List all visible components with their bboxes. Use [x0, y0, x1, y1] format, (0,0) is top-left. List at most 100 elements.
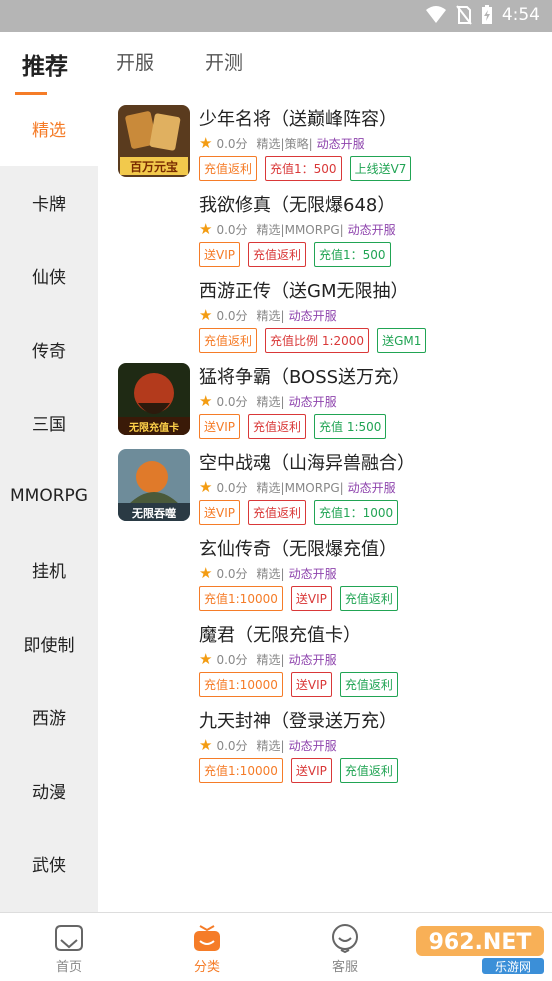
sidebar-item-card[interactable]: 卡牌 [0, 166, 98, 240]
nav-service-label: 客服 [331, 960, 358, 975]
sidebar-item-mmorpg[interactable]: MMORPG [0, 460, 98, 534]
tab-server-open[interactable]: 开服 [116, 48, 154, 75]
sidebar-item-wuxia[interactable]: 武侠 [0, 827, 98, 901]
game-tag: 送GM1 [377, 328, 427, 353]
game-tags: 送VIP 充值返利 充值1：500 [199, 242, 391, 267]
game-title: 我欲修真（无限爆648） [199, 195, 396, 216]
game-score: 0.0分 [216, 480, 248, 495]
game-list-item[interactable]: 无限吞噬 空中战魂（山海异兽融合） ★ 0.0分 精选|MMORPG| 动态开服… [98, 449, 552, 535]
game-dynamic-label: 动态开服 [347, 222, 396, 237]
game-score: 0.0分 [216, 394, 248, 409]
sidebar-item-instant[interactable]: 即使制 [0, 607, 98, 681]
game-list-item[interactable]: 玄仙传奇（无限爆充值） ★ 0.0分 精选| 动态开服 充值1:10000 送V… [98, 535, 552, 621]
svg-text:962.NET: 962.NET [429, 930, 532, 955]
game-meta: ★ 0.0分 精选|策略| 动态开服 [199, 134, 365, 152]
game-tag: 充值1：1000 [314, 500, 399, 525]
game-tags: 充值返利 充值1：500 上线送V7 [199, 156, 412, 181]
svg-text:无限充值卡: 无限充值卡 [128, 421, 179, 434]
game-score: 0.0分 [216, 738, 248, 753]
category-icon [194, 925, 220, 951]
game-tag: 送VIP [290, 672, 332, 697]
sidebar-item-anime[interactable]: 动漫 [0, 754, 98, 828]
game-title: 少年名将（送巅峰阵容） [199, 109, 397, 130]
category-sidebar: 精选 卡牌 仙侠 传奇 三国 MMORPG 挂机 即使制 西游 动漫 武侠 [0, 92, 98, 912]
star-icon: ★ [199, 134, 213, 152]
game-list-item[interactable]: 九天封神（登录送万充） ★ 0.0分 精选| 动态开服 充值1:10000 送V… [98, 707, 552, 793]
game-tags: 送VIP 充值返利 充值 1:500 [199, 414, 387, 439]
game-tag: 充值返利 [339, 586, 398, 611]
game-tags: 送VIP 充值返利 充值1：1000 [199, 500, 399, 525]
home-icon [55, 925, 83, 951]
sidebar-item-xianxia[interactable]: 仙侠 [0, 239, 98, 313]
game-list-item[interactable]: 魔君（无限充值卡） ★ 0.0分 精选| 动态开服 充值1:10000 送VIP… [98, 621, 552, 707]
game-tag: 充值返利 [248, 414, 307, 439]
nav-home[interactable]: 首页 [34, 923, 104, 975]
game-score: 0.0分 [216, 308, 248, 323]
status-time: 4:54 [501, 5, 540, 25]
game-thumbnail: 百万元宝 [118, 105, 190, 177]
game-title: 玄仙传奇（无限爆充值） [199, 539, 397, 560]
game-tag: 充值返利 [199, 156, 258, 181]
game-meta: ★ 0.0分 精选| 动态开服 [199, 564, 337, 582]
game-dynamic-label: 动态开服 [316, 136, 365, 151]
star-icon: ★ [199, 736, 213, 754]
star-icon: ★ [199, 650, 213, 668]
game-list-item[interactable]: 西游正传（送GM无限抽） ★ 0.0分 精选| 动态开服 充值返利 充值比例 1… [98, 277, 552, 363]
star-icon: ★ [199, 306, 213, 324]
game-title: 西游正传（送GM无限抽） [199, 281, 409, 302]
game-list-item[interactable]: 我欲修真（无限爆648） ★ 0.0分 精选|MMORPG| 动态开服 送VIP… [98, 191, 552, 277]
game-dynamic-label: 动态开服 [288, 308, 337, 323]
game-dynamic-label: 动态开服 [288, 566, 337, 581]
game-meta: ★ 0.0分 精选| 动态开服 [199, 650, 337, 668]
game-tag: 上线送V7 [349, 156, 412, 181]
game-dynamic-label: 动态开服 [347, 480, 396, 495]
sidebar-item-journey-west[interactable]: 西游 [0, 680, 98, 754]
tab-beta-test[interactable]: 开测 [205, 48, 243, 75]
no-sim-icon [456, 5, 472, 25]
nav-category-label: 分类 [193, 960, 220, 975]
game-title: 九天封神（登录送万充） [199, 711, 397, 732]
game-tag: 充值1:10000 [199, 586, 283, 611]
game-tags: 充值1:10000 送VIP 充值返利 [199, 586, 398, 611]
nav-service[interactable]: 客服 [310, 923, 380, 975]
nav-category[interactable]: 分类 [172, 923, 242, 975]
sidebar-item-legend[interactable]: 传奇 [0, 313, 98, 387]
star-icon: ★ [199, 392, 213, 410]
status-bar: 4:54 [0, 0, 552, 32]
svg-text:百万元宝: 百万元宝 [130, 159, 178, 174]
game-tag: 送VIP [290, 758, 332, 783]
sidebar-item-three-kingdoms[interactable]: 三国 [0, 386, 98, 460]
game-category: 精选|MMORPG| [256, 480, 344, 495]
game-tag: 充值1：500 [314, 242, 391, 267]
game-dynamic-label: 动态开服 [288, 738, 337, 753]
game-tag: 充值返利 [248, 500, 307, 525]
wifi-icon [425, 6, 446, 23]
game-tags: 充值返利 充值比例 1:2000 送GM1 [199, 328, 427, 353]
game-meta: ★ 0.0分 精选| 动态开服 [199, 736, 337, 754]
game-list-item[interactable]: 无限充值卡 猛将争霸（BOSS送万充） ★ 0.0分 精选| 动态开服 送VIP… [98, 363, 552, 449]
battery-charging-icon [481, 5, 492, 24]
top-tab-bar: 推荐 开服 开测 [0, 32, 552, 92]
nav-home-label: 首页 [55, 960, 82, 975]
sidebar-item-featured[interactable]: 精选 [0, 92, 98, 166]
game-tag: 送VIP [199, 500, 240, 525]
game-tag: 充值 1:500 [314, 414, 387, 439]
game-meta: ★ 0.0分 精选| 动态开服 [199, 392, 337, 410]
game-category: 精选| [256, 566, 285, 581]
game-tag: 充值比例 1:2000 [265, 328, 370, 353]
game-tag: 送VIP [199, 414, 240, 439]
game-tag: 充值返利 [339, 672, 398, 697]
sidebar-item-idle[interactable]: 挂机 [0, 533, 98, 607]
game-tag: 充值返利 [248, 242, 307, 267]
star-icon: ★ [199, 478, 213, 496]
tab-recommend[interactable]: 推荐 [22, 47, 68, 81]
game-category: 精选| [256, 308, 285, 323]
game-list-item[interactable]: 百万元宝 少年名将（送巅峰阵容） ★ 0.0分 精选|策略| 动态开服 充值返利… [98, 105, 552, 191]
star-icon: ★ [199, 564, 213, 582]
watermark-logo: 962.NET 乐游网 [412, 920, 548, 976]
game-category: 精选| [256, 738, 285, 753]
game-tag: 充值1：500 [265, 156, 342, 181]
game-category: 精选| [256, 394, 285, 409]
game-thumbnail: 无限吞噬 [118, 449, 190, 521]
star-icon: ★ [199, 220, 213, 238]
